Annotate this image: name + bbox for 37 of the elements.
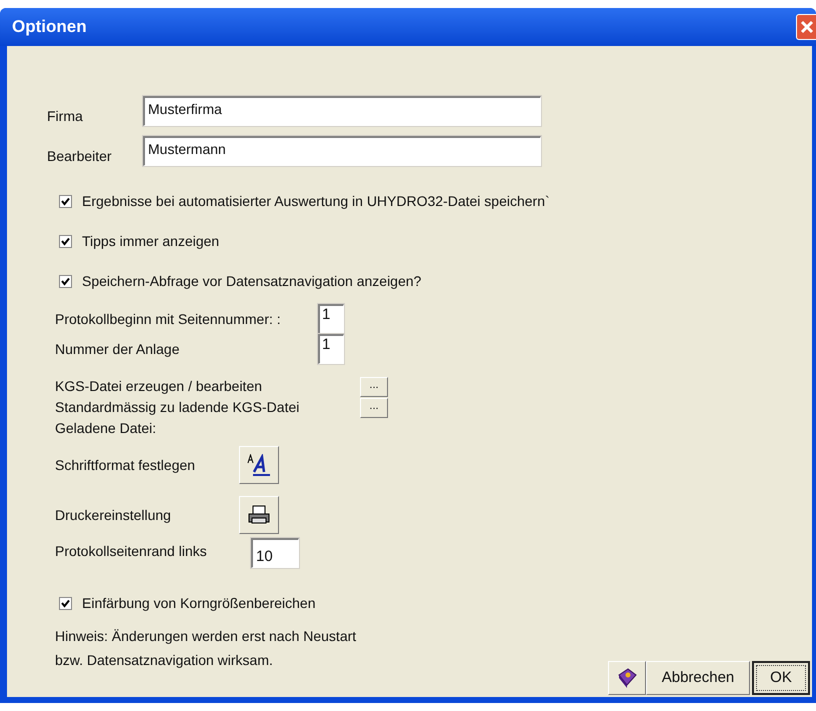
field-label: Protokollbeginn mit Seitennummer: : [55, 310, 282, 329]
hint-text: Hinweis: Änderungen werden erst nach Neustart [55, 627, 356, 646]
row-label: Standardmässig zu ladende KGS-Datei [55, 398, 300, 417]
text-field[interactable]: Mustermann [143, 136, 541, 166]
browse-button[interactable]: ... [360, 376, 388, 396]
checkbox-label: Ergebnisse bei automatisierter Auswertung in UHYDRO32-Datei speichern` [82, 192, 550, 211]
number-field[interactable]: 1 [318, 304, 344, 334]
help-button[interactable] [608, 661, 646, 695]
field-label: Nummer der Anlage [55, 340, 181, 359]
field-label: Bearbeiter [47, 147, 113, 166]
browse-button[interactable]: ... [360, 398, 388, 418]
ok-button[interactable]: OK [752, 661, 810, 695]
loaded-file-label: Geladene Datei: [55, 419, 158, 438]
printer-button[interactable] [239, 496, 279, 534]
field-label: Protokollseitenrand links [55, 542, 208, 561]
number-field[interactable]: 1 [318, 334, 344, 364]
row-label: KGS-Datei erzeugen / bearbeiten [55, 377, 264, 396]
checkbox-label: Speichern-Abfrage vor Datensatznavigation anzeigen? [82, 272, 422, 291]
checkbox[interactable] [59, 194, 72, 208]
text-field[interactable]: Musterfirma [143, 96, 541, 126]
checkbox[interactable] [59, 234, 72, 248]
checkbox-label: Tipps immer anzeigen [82, 232, 220, 251]
printer-icon [247, 504, 271, 526]
close-icon [800, 20, 814, 34]
checkbox[interactable] [59, 596, 72, 610]
margin-field[interactable]: 10 [251, 538, 299, 568]
checkbox-label: Einfärbung von Korngrößenbereichen [82, 594, 316, 613]
checkbox[interactable] [59, 274, 72, 288]
hint-text: bzw. Datensatznavigation wirksam. [55, 651, 273, 670]
window-title: Optionen [12, 16, 87, 38]
row-label: Druckereinstellung [55, 506, 172, 525]
cancel-button[interactable]: Abbrechen [646, 661, 750, 695]
row-label: Schriftformat festlegen [55, 456, 196, 475]
close-button[interactable] [796, 14, 816, 40]
field-label: Firma [47, 107, 84, 126]
font-button[interactable] [239, 446, 279, 484]
font-format-icon [247, 454, 271, 476]
